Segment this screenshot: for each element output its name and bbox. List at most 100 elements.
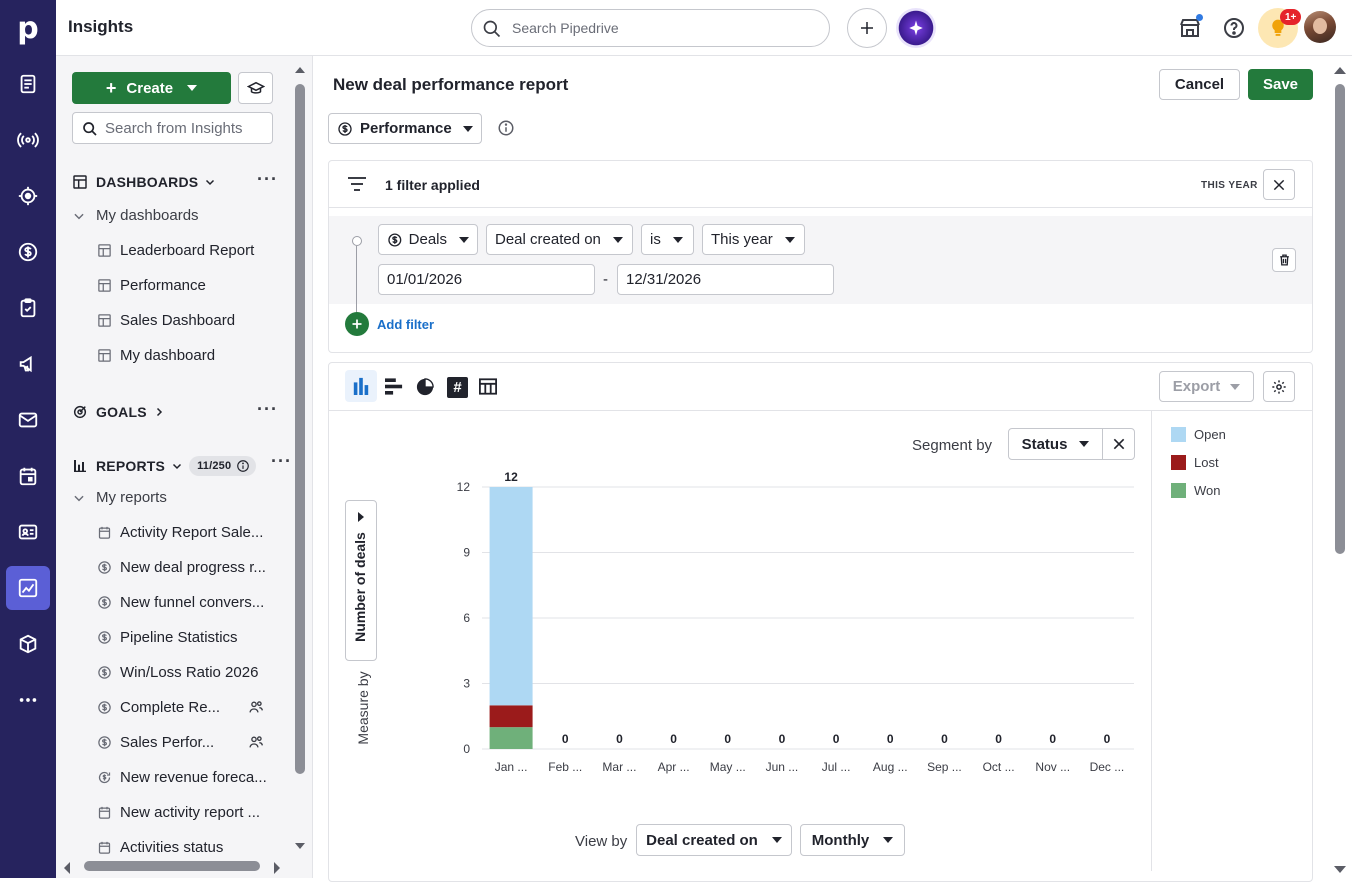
reports-more-button[interactable]: ··· — [271, 451, 292, 472]
interval-dropdown[interactable]: Monthly — [800, 824, 905, 856]
sidebar-scroll-down-arrow[interactable] — [295, 838, 305, 849]
report-item[interactable]: New deal progress r... — [96, 559, 266, 576]
dashboard-item[interactable]: Sales Dashboard — [96, 312, 235, 329]
save-button[interactable]: Save — [1248, 69, 1313, 100]
report-item[interactable]: Activities status — [96, 839, 223, 856]
date-range-separator: - — [603, 271, 608, 288]
dashboard-grid-icon — [73, 175, 87, 189]
legend-item[interactable]: Won — [1171, 483, 1221, 498]
report-item[interactable]: Win/Loss Ratio 2026 — [96, 664, 258, 681]
scorecard-button[interactable]: # — [447, 377, 468, 398]
target-icon[interactable] — [6, 174, 50, 218]
dollar-icon — [338, 121, 352, 136]
chevron-down-icon — [459, 236, 469, 243]
chart-panel: # Export Segment by Status Number of dea… — [328, 362, 1313, 882]
chevron-down-icon — [187, 85, 198, 91]
y-tick-label: 12 — [457, 480, 471, 494]
pie-chart-button[interactable] — [416, 378, 434, 401]
filter-value-dropdown[interactable]: This year — [702, 224, 805, 255]
filter-operator-dropdown[interactable]: is — [641, 224, 694, 255]
marketplace-icon[interactable] — [1178, 14, 1203, 45]
create-button[interactable]: + Create — [72, 72, 231, 104]
bar-total-label: 0 — [995, 732, 1002, 746]
insights-search-input[interactable]: Search from Insights — [72, 112, 273, 144]
info-icon[interactable] — [236, 459, 250, 473]
sidebar-horizontal-scrollbar[interactable] — [84, 861, 260, 871]
legend-item[interactable]: Open — [1171, 427, 1226, 442]
report-item[interactable]: Sales Perfor... — [96, 734, 214, 751]
quick-add-button[interactable] — [847, 8, 887, 48]
collapse-filters-button[interactable] — [1263, 169, 1295, 200]
horizontal-bar-chart-button[interactable] — [385, 378, 403, 400]
dashboards-section-toggle[interactable]: DASHBOARDS — [72, 174, 216, 190]
main-scroll-up-arrow[interactable] — [1334, 62, 1346, 74]
info-icon[interactable] — [497, 119, 515, 142]
insights-chart-icon[interactable] — [6, 566, 50, 610]
filter-date-to-input[interactable]: 12/31/2026 — [617, 264, 834, 295]
view-by-label: View by — [575, 833, 628, 850]
view-by-dropdown[interactable]: Deal created on — [636, 824, 792, 856]
cancel-button[interactable]: Cancel — [1159, 69, 1240, 100]
dashboard-item[interactable]: Leaderboard Report — [96, 242, 254, 259]
report-type-dropdown[interactable]: Performance — [328, 113, 482, 144]
filter-date-from-input[interactable]: 01/01/2026 — [378, 264, 595, 295]
dashboard-item[interactable]: My dashboard — [96, 347, 215, 364]
legend-item[interactable]: Lost — [1171, 455, 1219, 470]
bar-total-label: 0 — [562, 732, 569, 746]
filter-entity-dropdown[interactable]: Deals — [378, 224, 478, 255]
report-item[interactable]: New activity report ... — [96, 804, 260, 821]
sidebar-scroll-up-arrow[interactable] — [295, 62, 305, 73]
add-filter-plus-icon[interactable] — [345, 312, 369, 336]
vertical-bar-chart-button[interactable] — [345, 370, 377, 402]
measure-by-dropdown[interactable]: Number of deals — [345, 500, 377, 661]
calendar-icon[interactable] — [6, 454, 50, 498]
sidebar-scroll-right-arrow[interactable] — [272, 861, 282, 874]
y-tick-label: 0 — [463, 742, 470, 756]
contacts-card-icon[interactable] — [6, 510, 50, 554]
more-dots-icon[interactable] — [6, 678, 50, 722]
report-item-label: Activity Report Sale... — [120, 524, 264, 541]
help-icon[interactable] — [1222, 16, 1246, 45]
dashboards-more-button[interactable]: ··· — [257, 169, 278, 190]
filter-row: Deals Deal created on is This year 01/01… — [329, 216, 1312, 324]
tasks-clipboard-icon[interactable] — [6, 286, 50, 330]
reports-section-toggle[interactable]: REPORTS 11/250 — [72, 456, 257, 476]
report-item[interactable]: New funnel convers... — [96, 594, 264, 611]
dashboard-item-label: Sales Dashboard — [120, 312, 236, 329]
products-box-icon[interactable] — [6, 622, 50, 666]
megaphone-icon[interactable] — [6, 342, 50, 386]
chevron-down-icon — [784, 236, 795, 243]
sidebar-vertical-scrollbar[interactable] — [295, 84, 305, 774]
filter-field-dropdown[interactable]: Deal created on — [486, 224, 633, 255]
report-item[interactable]: Pipeline Statistics — [96, 629, 238, 646]
table-view-button[interactable] — [479, 378, 497, 400]
report-item[interactable]: Activity Report Sale... — [96, 524, 263, 541]
plus-icon — [861, 22, 873, 34]
deals-dollar-icon[interactable] — [6, 230, 50, 274]
export-dropdown[interactable]: Export — [1159, 371, 1254, 402]
ai-assistant-button[interactable] — [896, 8, 936, 48]
academy-button[interactable] — [238, 72, 273, 104]
mail-icon[interactable] — [6, 398, 50, 442]
campaign-signal-icon[interactable] — [6, 118, 50, 162]
add-filter-link[interactable]: Add filter — [377, 317, 434, 332]
leads-icon[interactable] — [6, 62, 50, 106]
dashboard-item[interactable]: Performance — [96, 277, 206, 294]
user-avatar[interactable] — [1304, 11, 1336, 43]
report-item[interactable]: Complete Re... — [96, 699, 220, 716]
global-search-input[interactable]: Search Pipedrive — [471, 9, 830, 47]
sidebar-scroll-left-arrow[interactable] — [62, 861, 72, 874]
goals-section-toggle[interactable]: GOALS — [72, 404, 165, 420]
main-vertical-scrollbar[interactable] — [1335, 84, 1345, 554]
search-icon — [483, 20, 501, 38]
report-item[interactable]: New revenue foreca... — [96, 769, 267, 786]
my-reports-toggle[interactable]: My reports — [72, 489, 167, 506]
delete-filter-button[interactable] — [1272, 248, 1296, 272]
x-tick-label: Nov ... — [1035, 760, 1070, 774]
x-tick-label: Jan ... — [495, 760, 528, 774]
goals-more-button[interactable]: ··· — [257, 399, 278, 420]
main-scroll-down-arrow[interactable] — [1334, 862, 1346, 873]
my-dashboards-toggle[interactable]: My dashboards — [72, 207, 199, 224]
chart-settings-button[interactable] — [1263, 371, 1295, 402]
pipedrive-logo[interactable]: p — [0, 0, 56, 56]
